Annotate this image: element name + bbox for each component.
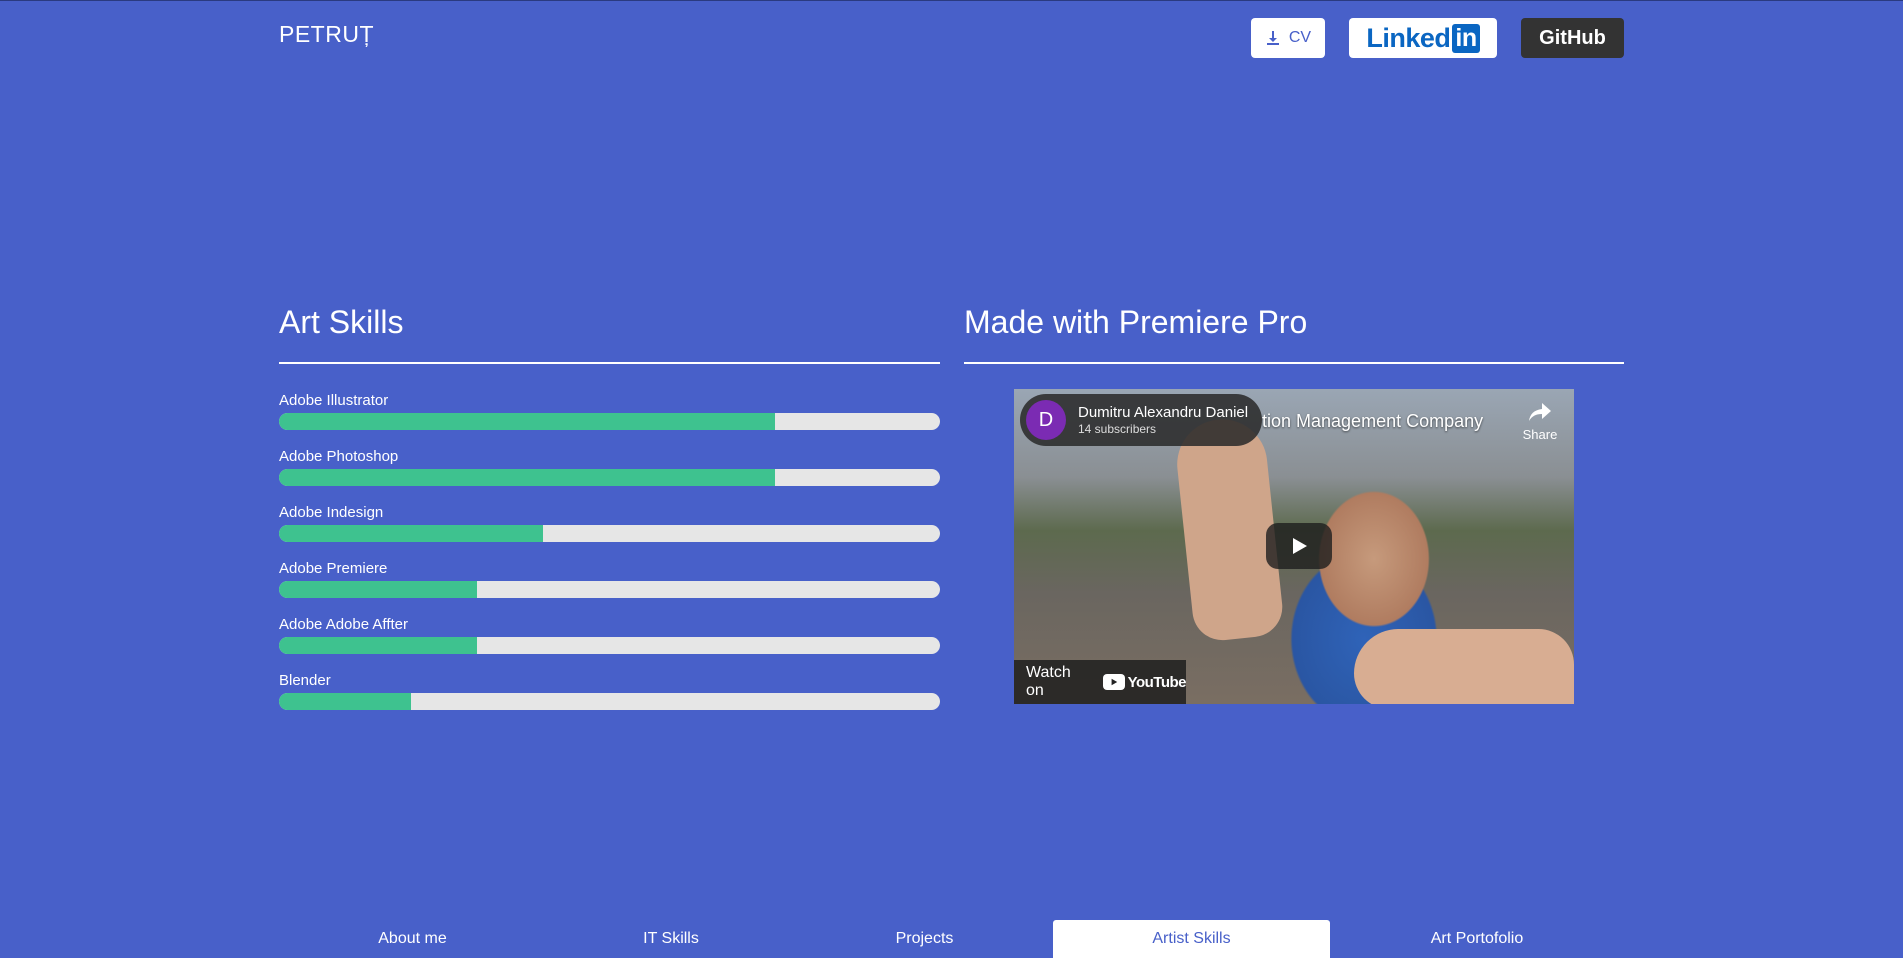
skill-progress-fill (279, 413, 775, 430)
art-skills-title: Art Skills (279, 304, 404, 340)
youtube-wordmark: YouTube (1127, 673, 1187, 691)
skill-progress-bar (279, 525, 940, 542)
youtube-embed[interactable]: tion Management Company D Dumitru Alexan… (1014, 389, 1574, 704)
thumbnail-hand (1354, 629, 1574, 704)
channel-name[interactable]: Dumitru Alexandru Daniel (1078, 404, 1248, 421)
skill-progress-fill (279, 637, 478, 654)
premiere-title: Made with Premiere Pro (964, 304, 1308, 340)
share-icon (1529, 403, 1551, 421)
youtube-logo: YouTube (1102, 673, 1187, 691)
tab-projects[interactable]: Projects (796, 920, 1053, 958)
skill-label: Adobe Illustrator (279, 392, 389, 409)
tab-artist-skills[interactable]: Artist Skills (1053, 920, 1330, 958)
skill-progress-bar (279, 413, 940, 430)
youtube-play-icon (1102, 674, 1125, 690)
skill-progress-fill (279, 693, 412, 710)
skill-progress-fill (279, 469, 775, 486)
channel-info[interactable]: D Dumitru Alexandru Daniel 14 subscriber… (1020, 394, 1262, 446)
skill-label: Adobe Indesign (279, 504, 384, 521)
linkedin-logo-word: Linked (1366, 22, 1451, 53)
play-button[interactable] (1266, 523, 1332, 569)
video-title[interactable]: tion Management Company (1262, 411, 1483, 432)
site-logo[interactable]: PETRUȚ (279, 21, 374, 48)
skill-progress-fill (279, 525, 544, 542)
premiere-divider (964, 362, 1624, 364)
watch-on-youtube-link[interactable]: Watch on YouTube (1014, 660, 1187, 704)
play-icon (1293, 538, 1307, 554)
linkedin-button[interactable]: Linked in (1349, 18, 1497, 58)
skill-label: Adobe Adobe Affter (279, 616, 409, 633)
skill-label: Blender (279, 672, 331, 689)
skill-progress-fill (279, 581, 478, 598)
channel-avatar[interactable]: D (1026, 400, 1066, 440)
skill-progress-bar (279, 469, 940, 486)
share-button[interactable]: Share (1516, 401, 1564, 442)
linkedin-logo: Linked in (1366, 22, 1480, 54)
tab-it-skills[interactable]: IT Skills (546, 920, 796, 958)
skill-label: Adobe Premiere (279, 560, 388, 577)
channel-subscribers: 14 subscribers (1078, 422, 1157, 436)
share-label: Share (1522, 427, 1558, 442)
skill-progress-bar (279, 693, 940, 710)
skill-label: Adobe Photoshop (279, 448, 399, 465)
github-button[interactable]: GitHub (1521, 18, 1624, 58)
tab-art-portofolio[interactable]: Art Portofolio (1330, 920, 1624, 958)
tab-about-me[interactable]: About me (279, 920, 546, 958)
skill-progress-bar (279, 581, 940, 598)
download-cv-button[interactable]: CV (1251, 18, 1325, 58)
watch-on-label: Watch on (1026, 664, 1071, 699)
skill-progress-bar (279, 637, 940, 654)
art-skills-divider (279, 362, 940, 364)
linkedin-logo-box: in (1452, 23, 1480, 53)
download-icon (1266, 31, 1279, 45)
cv-label: CV (1288, 29, 1312, 46)
